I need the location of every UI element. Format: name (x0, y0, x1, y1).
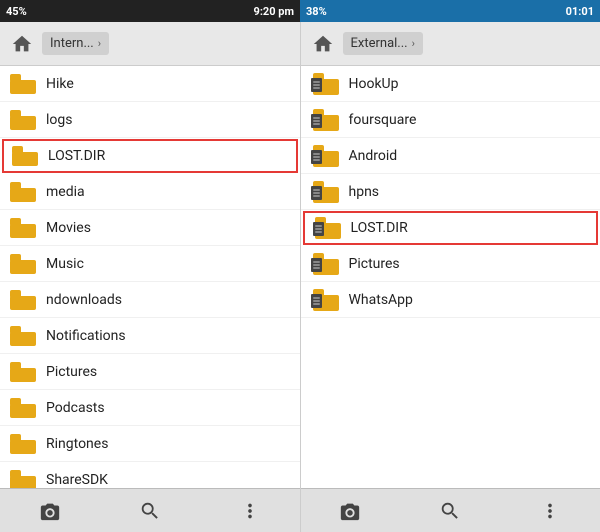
file-name: Notifications (46, 328, 290, 344)
list-item[interactable]: Podcasts (0, 390, 300, 426)
left-battery: 45% (6, 5, 27, 18)
external-folder-icon (311, 109, 339, 131)
left-status-bar: 45% 9:20 pm (0, 0, 300, 22)
file-name: ndownloads (46, 292, 290, 308)
file-name: HookUp (349, 76, 591, 92)
left-time: 9:20 pm (254, 5, 294, 18)
internal-folder-icon (10, 398, 36, 418)
internal-folder-icon (10, 434, 36, 454)
left-toolbar (0, 488, 300, 532)
right-home-icon[interactable] (309, 30, 337, 58)
list-item[interactable]: logs (0, 102, 300, 138)
list-item[interactable]: Android (301, 138, 600, 174)
right-file-list[interactable]: HookUp foursquare Android (301, 66, 600, 488)
left-breadcrumb[interactable]: Intern... › (42, 32, 109, 55)
internal-folder-icon (10, 74, 36, 94)
breadcrumb-arrow-icon: › (98, 37, 101, 50)
file-name: Movies (46, 220, 290, 236)
file-name: foursquare (349, 112, 591, 128)
file-name: ShareSDK (46, 472, 290, 488)
right-search-button[interactable] (430, 493, 470, 529)
file-name: Podcasts (46, 400, 290, 416)
list-item[interactable]: WhatsApp (301, 282, 600, 318)
list-item[interactable]: Movies (0, 210, 300, 246)
list-item[interactable]: Music (0, 246, 300, 282)
internal-folder-icon (10, 470, 36, 489)
internal-folder-icon (10, 326, 36, 346)
left-panel-header: Intern... › (0, 22, 300, 66)
left-search-button[interactable] (130, 493, 170, 529)
list-item[interactable]: Pictures (0, 354, 300, 390)
file-name: Pictures (349, 256, 591, 272)
internal-folder-icon (10, 218, 36, 238)
file-name: logs (46, 112, 290, 128)
list-item[interactable]: ShareSDK (0, 462, 300, 488)
external-folder-icon (311, 253, 339, 275)
external-folder-icon (311, 73, 339, 95)
external-folder-icon (311, 181, 339, 203)
internal-folder-icon (10, 182, 36, 202)
right-breadcrumb-arrow-icon: › (412, 37, 415, 50)
right-panel: External... › HookUp four (301, 22, 600, 532)
internal-folder-icon (12, 146, 38, 166)
file-name: WhatsApp (349, 292, 591, 308)
right-panel-header: External... › (301, 22, 600, 66)
list-item[interactable]: ndownloads (0, 282, 300, 318)
internal-folder-icon (10, 362, 36, 382)
list-item[interactable]: Ringtones (0, 426, 300, 462)
file-name: Pictures (46, 364, 290, 380)
file-name: Music (46, 256, 290, 272)
external-folder-icon (311, 145, 339, 167)
right-more-button[interactable] (530, 493, 570, 529)
internal-folder-icon (10, 254, 36, 274)
right-time: 01:01 (566, 5, 594, 18)
list-item[interactable]: hpns (301, 174, 600, 210)
right-toolbar (301, 488, 600, 532)
file-name: Android (349, 148, 591, 164)
left-file-list[interactable]: Hike logs LOST.DIR media Movies (0, 66, 300, 488)
file-name: hpns (349, 184, 591, 200)
list-item[interactable]: LOST.DIR (2, 139, 298, 173)
file-name: LOST.DIR (48, 148, 288, 164)
external-folder-icon (311, 289, 339, 311)
list-item[interactable]: Hike (0, 66, 300, 102)
right-battery: 38% (306, 5, 327, 18)
list-item[interactable]: media (0, 174, 300, 210)
list-item[interactable]: foursquare (301, 102, 600, 138)
file-name: LOST.DIR (351, 220, 589, 236)
internal-folder-icon (10, 110, 36, 130)
external-folder-icon (313, 217, 341, 239)
left-add-button[interactable] (30, 493, 70, 529)
list-item[interactable]: Pictures (301, 246, 600, 282)
right-status-bar: 38% 01:01 (300, 0, 600, 22)
file-name: Hike (46, 76, 290, 92)
left-more-button[interactable] (230, 493, 270, 529)
file-name: media (46, 184, 290, 200)
list-item[interactable]: HookUp (301, 66, 600, 102)
file-name: Ringtones (46, 436, 290, 452)
list-item[interactable]: Notifications (0, 318, 300, 354)
list-item[interactable]: LOST.DIR (303, 211, 599, 245)
left-home-icon[interactable] (8, 30, 36, 58)
right-breadcrumb[interactable]: External... › (343, 32, 423, 55)
right-add-button[interactable] (330, 493, 370, 529)
internal-folder-icon (10, 290, 36, 310)
left-panel: Intern... › Hike logs LOST.DIR (0, 22, 301, 532)
